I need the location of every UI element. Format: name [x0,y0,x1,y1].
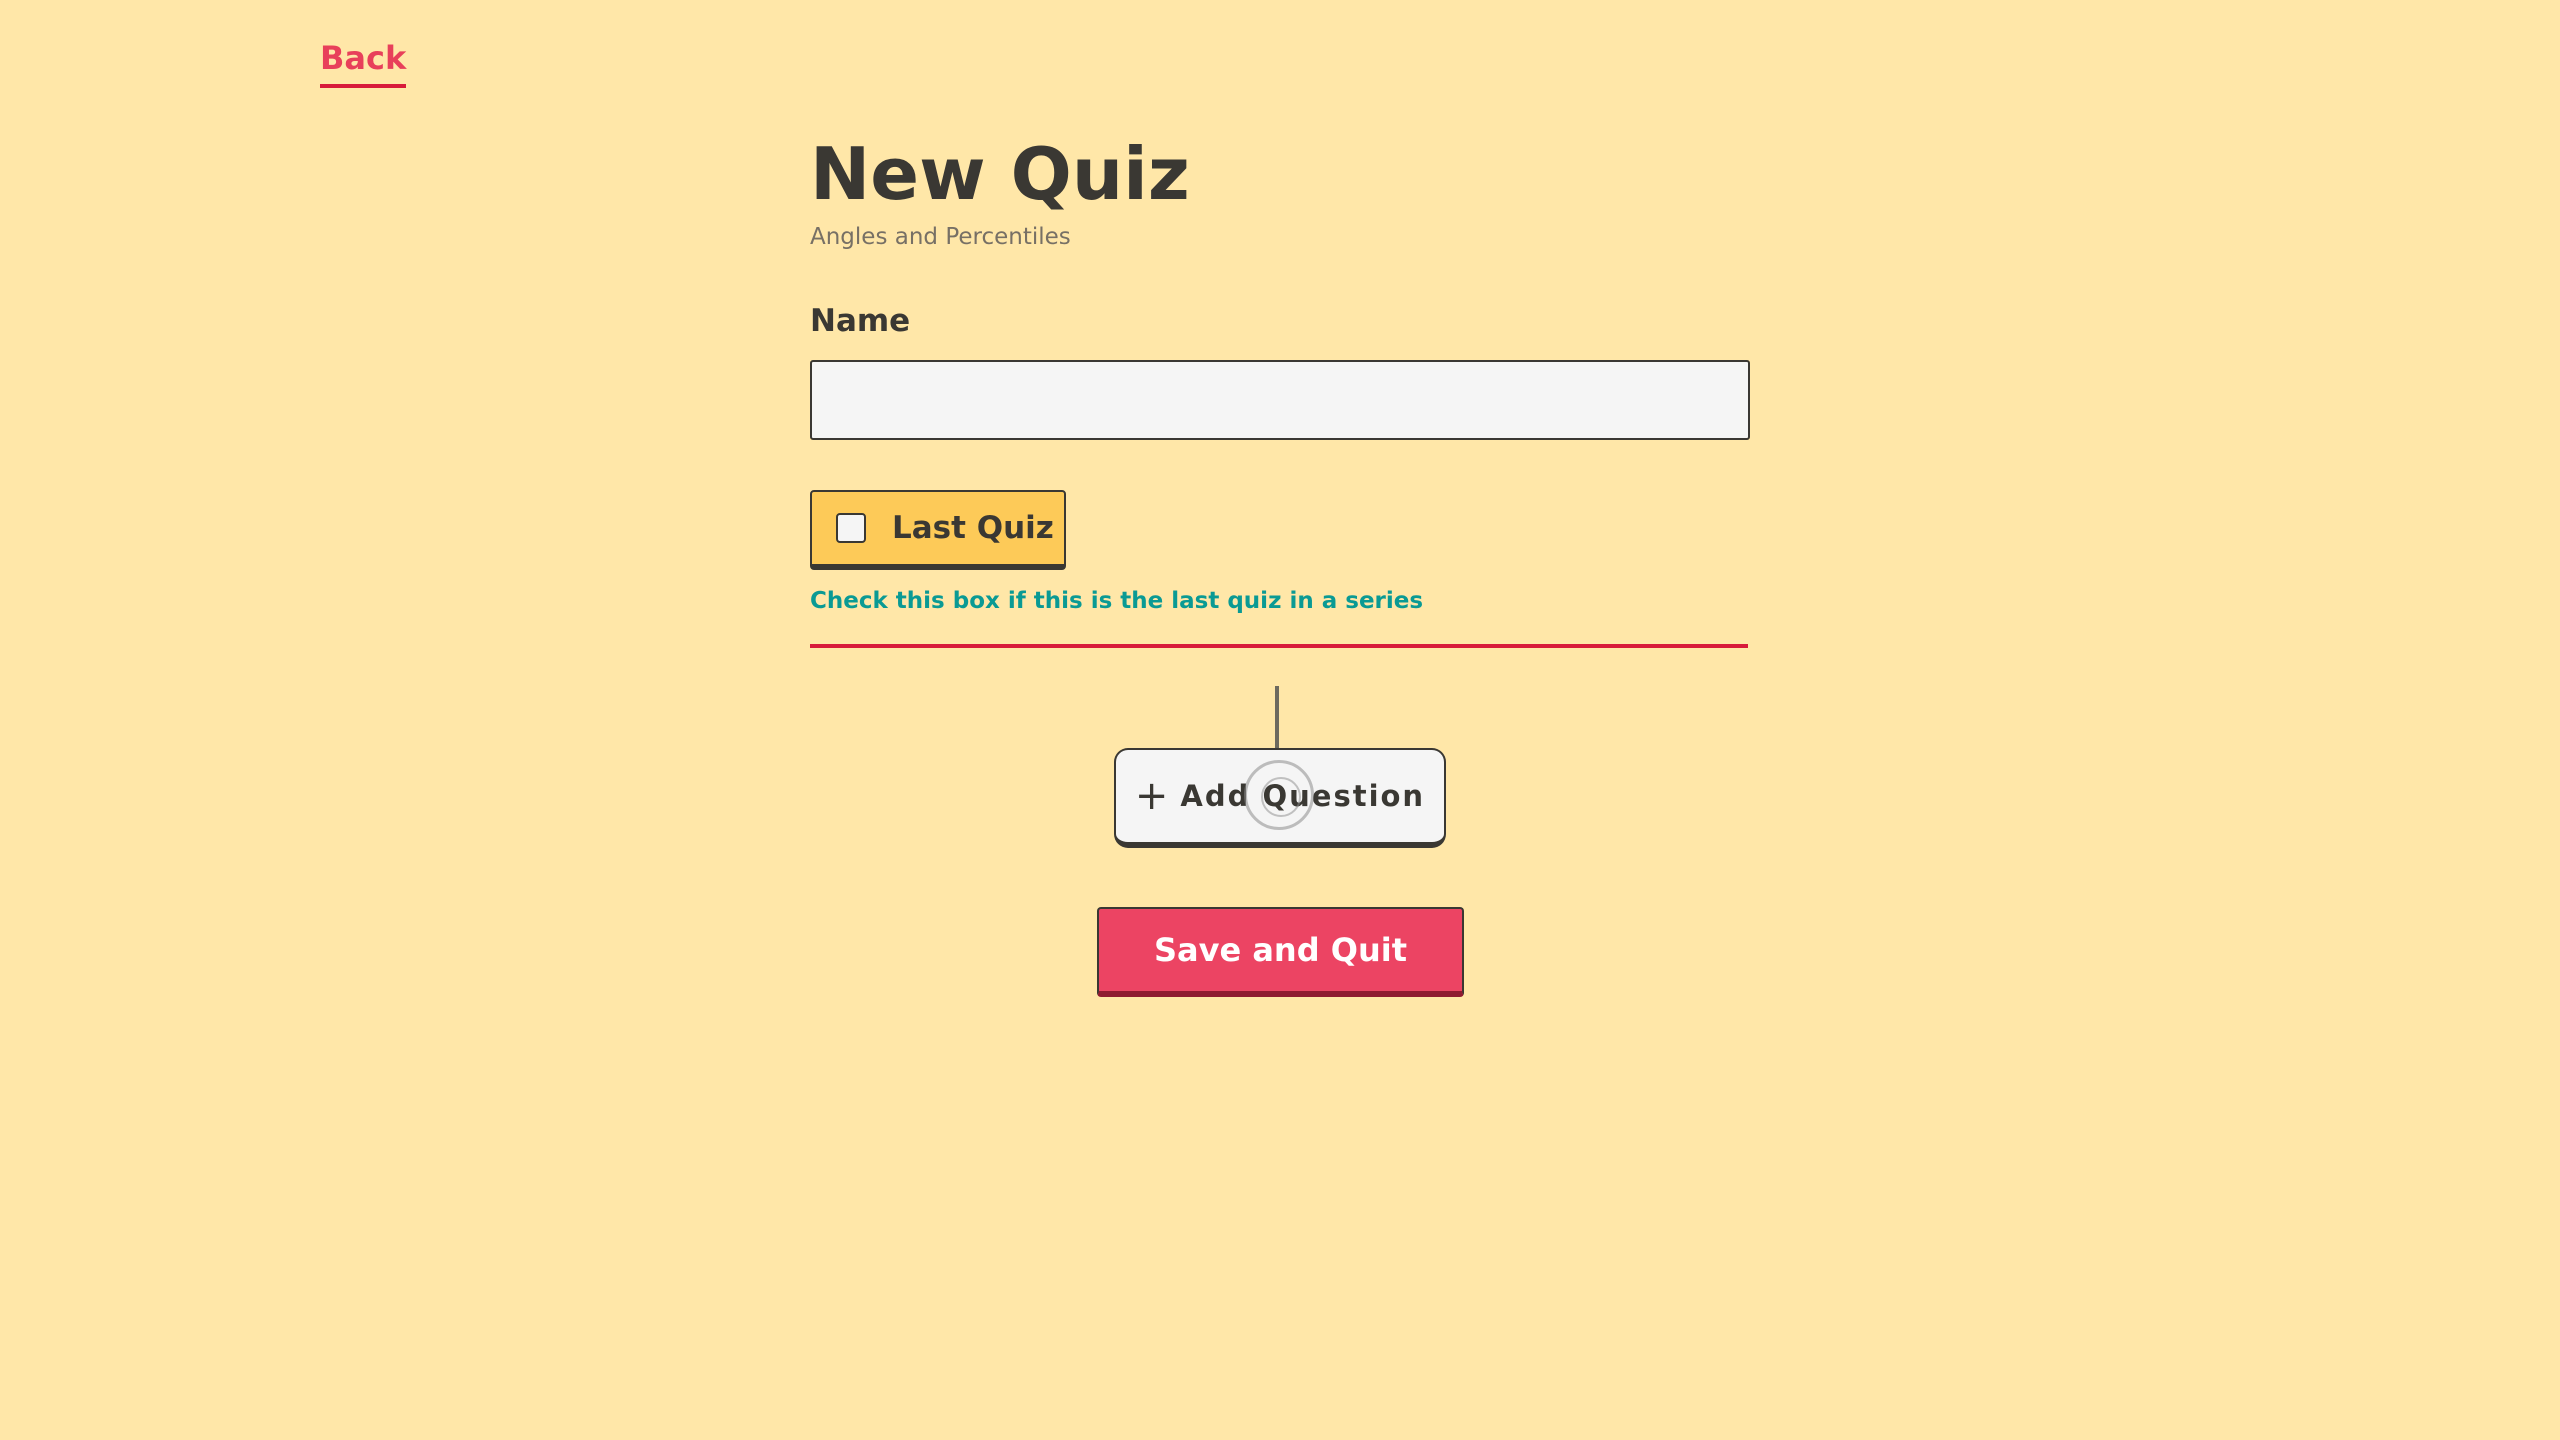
last-quiz-hint: Check this box if this is the last quiz … [810,588,1424,614]
click-indicator-icon [1244,760,1314,830]
page-title: New Quiz [810,132,1190,216]
name-input[interactable] [810,360,1750,440]
section-divider [810,644,1748,648]
question-connector-line [1275,686,1279,748]
last-quiz-toggle[interactable]: Last Quiz [810,490,1066,570]
plus-icon: + [1134,773,1169,819]
last-quiz-label: Last Quiz [892,510,1054,546]
quiz-form: New Quiz Angles and Percentiles Name Las… [810,128,1750,648]
save-and-quit-button[interactable]: Save and Quit [1097,907,1464,997]
back-link[interactable]: Back [320,38,407,88]
last-quiz-checkbox[interactable] [836,513,866,543]
name-label: Name [810,303,911,339]
page-subtitle: Angles and Percentiles [810,224,1071,250]
